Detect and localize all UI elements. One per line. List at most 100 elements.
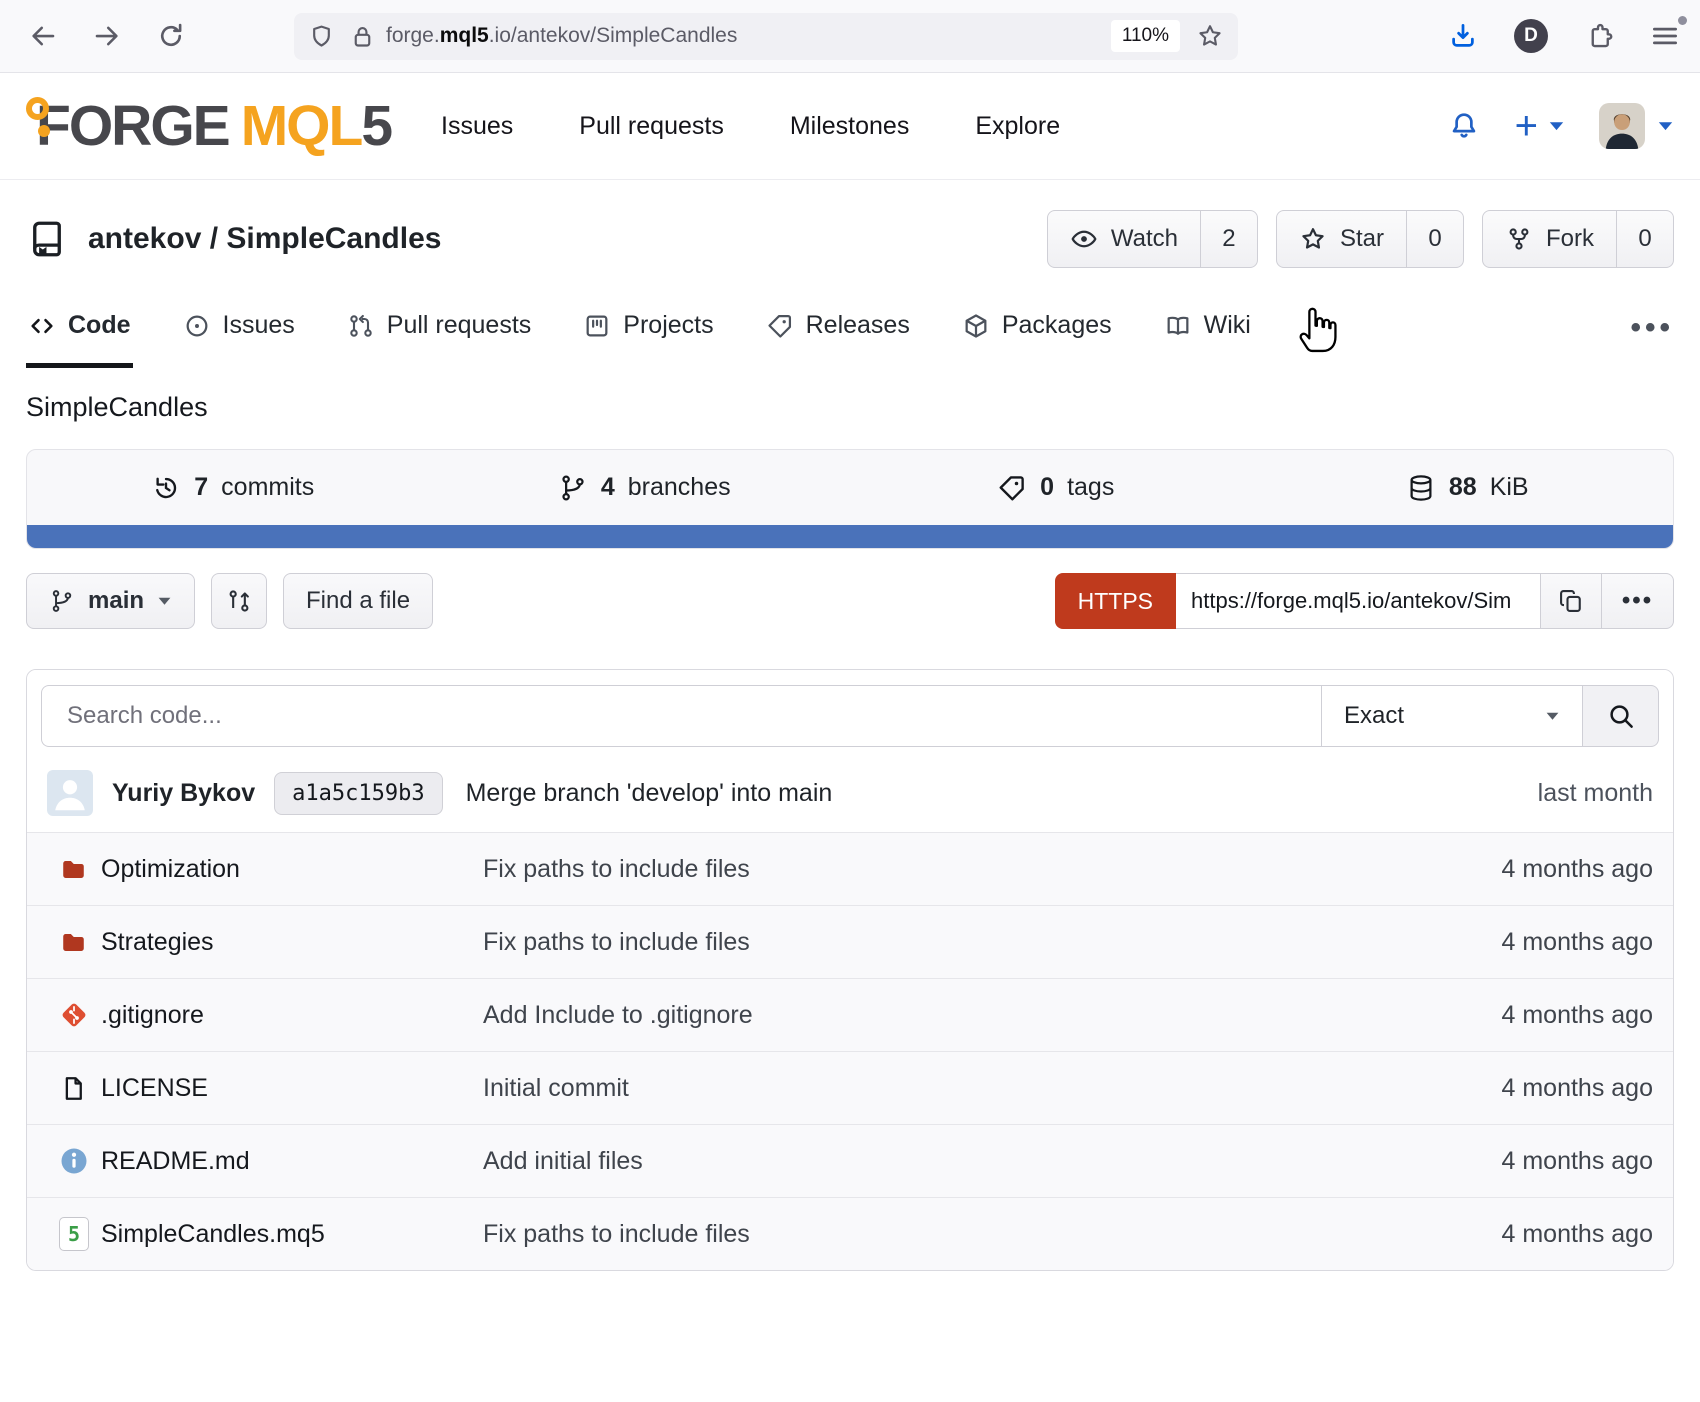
chevron-down-icon <box>1545 711 1560 722</box>
browser-back-button[interactable] <box>20 13 66 59</box>
commit-author-name[interactable]: Yuriy Bykov <box>112 779 255 808</box>
commit-author-avatar <box>47 770 93 816</box>
branch-icon <box>558 473 588 503</box>
file-name[interactable]: README.md <box>101 1147 483 1176</box>
forge-mql5-logo[interactable]: FORGEMQL5 <box>26 93 391 159</box>
watch-count[interactable]: 2 <box>1200 211 1257 267</box>
user-menu[interactable] <box>1599 103 1674 149</box>
nav-item-explore[interactable]: Explore <box>975 112 1060 141</box>
bookmark-star-icon[interactable] <box>1196 22 1224 50</box>
file-commit-message[interactable]: Fix paths to include files <box>483 855 1502 884</box>
create-new-button[interactable]: + <box>1515 106 1565 146</box>
person-silhouette-icon <box>47 770 93 816</box>
lock-icon[interactable] <box>349 23 376 50</box>
fork-count[interactable]: 0 <box>1616 211 1673 267</box>
search-mode-select[interactable]: Exact <box>1321 685 1583 747</box>
browser-reload-button[interactable] <box>148 13 194 59</box>
file-commit-message[interactable]: Fix paths to include files <box>483 928 1502 957</box>
projects-board-icon <box>583 312 611 340</box>
readme-info-icon <box>59 1146 101 1176</box>
browser-toolbar: forge.mql5.io/antekov/SimpleCandles 110%… <box>0 0 1700 73</box>
file-commit-message[interactable]: Fix paths to include files <box>483 1220 1502 1249</box>
tab-pull-requests[interactable]: Pull requests <box>345 288 534 368</box>
compare-branches-button[interactable] <box>211 573 267 629</box>
tab-wiki[interactable]: Wiki <box>1162 288 1253 368</box>
logo-forge-text: FORGE <box>36 93 229 159</box>
repo-tab-bar: Code Issues Pull requests Projects Relea… <box>0 288 1700 368</box>
file-commit-time: 4 months ago <box>1502 1147 1654 1176</box>
fork-button-group: Fork 0 <box>1482 210 1674 268</box>
find-file-button[interactable]: Find a file <box>283 573 433 629</box>
watch-button-group: Watch 2 <box>1047 210 1258 268</box>
file-name[interactable]: Strategies <box>101 928 483 957</box>
tab-packages[interactable]: Packages <box>960 288 1114 368</box>
browser-profile-badge[interactable]: D <box>1514 19 1548 53</box>
copy-url-button[interactable] <box>1540 573 1602 629</box>
file-row: LICENSE Initial commit 4 months ago <box>27 1051 1673 1124</box>
commit-message[interactable]: Merge branch 'develop' into main <box>466 779 833 808</box>
commit-hash-badge[interactable]: a1a5c159b3 <box>274 772 442 815</box>
shield-icon[interactable] <box>308 23 335 50</box>
file-commit-time: 4 months ago <box>1502 855 1654 884</box>
chevron-down-icon <box>157 596 172 607</box>
clone-more-button[interactable]: ••• <box>1602 573 1674 629</box>
file-commit-message[interactable]: Add Include to .gitignore <box>483 1001 1502 1030</box>
mouse-cursor-hand <box>1295 300 1341 354</box>
repo-header: antekov / SimpleCandles Watch 2 Star 0 F… <box>0 180 1700 288</box>
browser-menu-button[interactable] <box>1650 21 1680 51</box>
git-file-icon <box>59 1000 101 1030</box>
file-commit-time: 4 months ago <box>1502 1074 1654 1103</box>
repo-title[interactable]: antekov / SimpleCandles <box>88 222 441 256</box>
browser-forward-button[interactable] <box>84 13 130 59</box>
star-button[interactable]: Star <box>1277 211 1406 267</box>
file-name[interactable]: LICENSE <box>101 1074 483 1103</box>
clone-url-input[interactable] <box>1176 573 1540 629</box>
search-code-input[interactable] <box>41 685 1321 747</box>
file-name[interactable]: SimpleCandles.mq5 <box>101 1220 483 1249</box>
nav-item-milestones[interactable]: Milestones <box>790 112 910 141</box>
tab-issues[interactable]: Issues <box>181 288 297 368</box>
back-arrow-icon <box>28 21 58 51</box>
search-submit-button[interactable] <box>1583 685 1659 747</box>
stat-commits[interactable]: 7 commits <box>27 473 439 503</box>
stat-branches[interactable]: 4 branches <box>439 473 851 503</box>
file-name[interactable]: .gitignore <box>101 1001 483 1030</box>
nav-item-issues[interactable]: Issues <box>441 112 513 141</box>
file-commit-message[interactable]: Initial commit <box>483 1074 1502 1103</box>
forward-arrow-icon <box>92 21 122 51</box>
fork-label: Fork <box>1546 225 1594 253</box>
eye-icon <box>1070 225 1098 253</box>
folder-icon <box>59 855 101 884</box>
star-count[interactable]: 0 <box>1406 211 1463 267</box>
notifications-bell-button[interactable] <box>1447 109 1481 143</box>
url-bar[interactable]: forge.mql5.io/antekov/SimpleCandles 110% <box>294 13 1238 60</box>
branch-selector[interactable]: main <box>26 573 195 629</box>
stat-tags[interactable]: 0 tags <box>850 473 1262 503</box>
menu-notification-dot <box>1678 16 1687 25</box>
star-button-group: Star 0 <box>1276 210 1464 268</box>
nav-item-pull-requests[interactable]: Pull requests <box>579 112 724 141</box>
fork-button[interactable]: Fork <box>1483 211 1616 267</box>
downloads-button[interactable] <box>1448 21 1478 51</box>
tab-releases[interactable]: Releases <box>764 288 912 368</box>
package-cube-icon <box>962 312 990 340</box>
watch-button[interactable]: Watch <box>1048 211 1200 267</box>
copy-icon <box>1557 587 1585 615</box>
file-row: Optimization Fix paths to include files … <box>27 832 1673 905</box>
file-commit-message[interactable]: Add initial files <box>483 1147 1502 1176</box>
https-protocol-button[interactable]: HTTPS <box>1055 573 1176 629</box>
repository-icon <box>26 218 68 260</box>
zoom-level-badge[interactable]: 110% <box>1111 20 1180 52</box>
tabs-overflow-button[interactable]: ••• <box>1630 288 1674 368</box>
tab-code[interactable]: Code <box>26 288 133 368</box>
mq5-file-icon: 5 <box>59 1217 101 1251</box>
tab-projects[interactable]: Projects <box>581 288 715 368</box>
code-icon <box>28 312 56 340</box>
extensions-button[interactable] <box>1584 21 1614 51</box>
branch-icon <box>49 588 75 614</box>
search-mode-value: Exact <box>1344 702 1404 730</box>
repo-description: SimpleCandles <box>0 368 1700 449</box>
history-clock-icon <box>151 473 181 503</box>
language-bar[interactable] <box>27 525 1673 548</box>
file-name[interactable]: Optimization <box>101 855 483 884</box>
